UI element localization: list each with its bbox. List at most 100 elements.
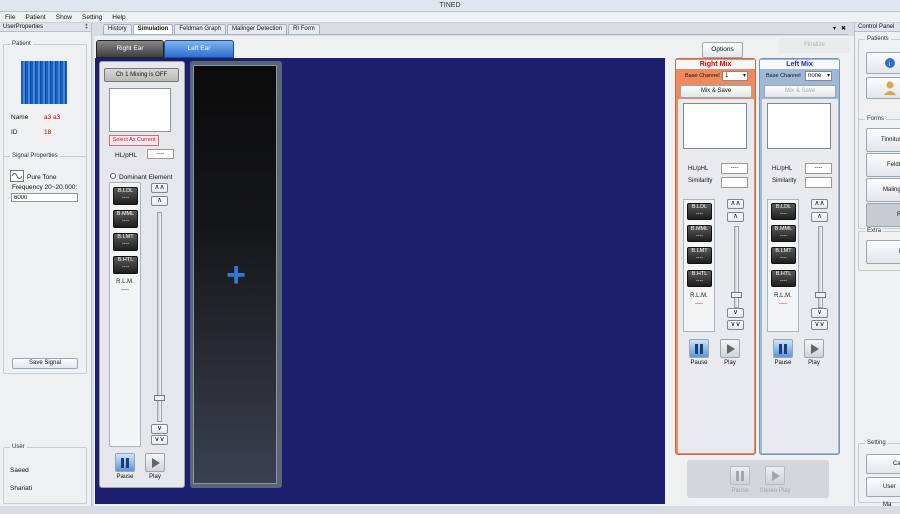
right-step-down-double-button[interactable]: ∨∨ xyxy=(727,320,744,330)
pause-button[interactable] xyxy=(115,453,135,472)
user-management-button[interactable]: User Ma xyxy=(866,477,900,508)
stereo-play-button[interactable] xyxy=(765,466,785,485)
channel-panel: Ch 1 Mixing is OFF Select As Current HL/… xyxy=(99,61,185,488)
chevron-down-icon: ▾ xyxy=(742,73,746,79)
right-step-up-button[interactable]: ∧ xyxy=(727,212,744,222)
element-bmml[interactable]: B.MML ---- xyxy=(113,210,138,228)
patient-group: Patient Name a3 a3 ID 18 xyxy=(3,41,87,164)
play-button[interactable] xyxy=(145,453,165,472)
left-step-down-double-button[interactable]: ∨∨ xyxy=(811,320,828,330)
level-slider-thumb[interactable] xyxy=(154,395,165,401)
finalize-button[interactable]: Finalize xyxy=(779,38,850,53)
options-button[interactable]: Options xyxy=(702,42,743,58)
tab-history[interactable]: History xyxy=(103,24,132,34)
menu-show[interactable]: Show xyxy=(51,12,77,23)
left-mix-title: Left Mix xyxy=(760,60,839,69)
tab-dropdown-icon[interactable]: ▾ xyxy=(833,25,836,32)
select-as-current-button[interactable]: Select As Current xyxy=(109,135,159,146)
left-element-bmml[interactable]: B.MML ---- xyxy=(771,225,796,242)
left-play-button[interactable] xyxy=(804,339,824,358)
left-mix-panel: Left Mix Base Channel none ▾ Mix & Save H… xyxy=(759,58,840,455)
right-level-slider-thumb[interactable] xyxy=(731,292,742,298)
left-similarity-value xyxy=(805,177,832,188)
hl-label: HL/pHL xyxy=(115,152,138,159)
right-pause-button[interactable] xyxy=(689,339,709,358)
rlm-value: ---- xyxy=(121,287,129,293)
step-up-button[interactable]: ∧ xyxy=(151,196,168,206)
patient-edit-button[interactable] xyxy=(866,77,900,99)
tab-feldman-graph[interactable]: Feldman Graph xyxy=(174,24,227,34)
right-element-bmml[interactable]: B.MML ---- xyxy=(687,225,712,242)
right-element-blmt[interactable]: B.LMT ---- xyxy=(687,247,712,264)
chevron-down-icon: ▾ xyxy=(826,73,830,79)
right-element-bhtl[interactable]: B.HTL ---- xyxy=(687,270,712,287)
left-element-list: B.LDL ---- B.MML ---- B.LMT ---- B.HTL ---- … xyxy=(767,199,799,332)
play-icon xyxy=(811,344,819,354)
main-tab-strip: History Simulation Feldman Graph Malinger D… xyxy=(103,24,848,35)
right-play-button[interactable] xyxy=(720,339,740,358)
left-step-up-button[interactable]: ∧ xyxy=(811,212,828,222)
malinger-form-button[interactable]: Malinge xyxy=(866,178,900,202)
pause-icon xyxy=(695,344,703,354)
feldman-form-button[interactable]: Feldma xyxy=(866,153,900,177)
tab-close-icon[interactable]: ✖ xyxy=(841,25,846,32)
dominant-radio[interactable] xyxy=(110,173,116,180)
step-up-double-button[interactable]: ∧∧ xyxy=(151,183,168,193)
stereo-pause-button[interactable] xyxy=(730,466,750,485)
element-bldl[interactable]: B.LDL ---- xyxy=(113,187,138,205)
patient-info-button[interactable]: i xyxy=(866,52,900,74)
right-mix-save-button[interactable]: Mix & Save xyxy=(680,85,752,98)
tab-ri-form[interactable]: RI Form xyxy=(288,24,320,34)
level-slider[interactable] xyxy=(157,212,162,422)
left-mix-preview-box xyxy=(767,103,831,149)
left-level-slider-thumb[interactable] xyxy=(815,292,826,298)
right-step-up-double-button[interactable]: ∧∧ xyxy=(727,199,744,209)
pause-icon xyxy=(736,471,744,481)
user-group: User Saeed Shariati xyxy=(3,444,87,504)
patient-photo xyxy=(21,61,67,104)
menu-setting[interactable]: Setting xyxy=(77,12,107,23)
left-base-channel-select[interactable]: none ▾ xyxy=(805,71,832,81)
dominant-label: Dominant Element xyxy=(119,174,173,181)
right-element-bldl[interactable]: B.LDL ---- xyxy=(687,203,712,220)
frequency-input[interactable] xyxy=(11,193,78,202)
pause-icon xyxy=(121,458,129,468)
right-mix-panel: Right Mix Base Channel 1 ▾ Mix & Save HL/… xyxy=(675,58,756,455)
tinnitus-form-button[interactable]: Tinnitus xyxy=(866,128,900,152)
left-step-up-double-button[interactable]: ∧∧ xyxy=(811,199,828,209)
frequency-label: Frequency 20~20.000: xyxy=(12,184,78,191)
right-base-channel-label: Base Channel xyxy=(685,73,720,79)
pin-icon[interactable]: ‡ xyxy=(85,23,88,32)
menu-file[interactable]: File xyxy=(0,12,20,23)
left-element-bldl[interactable]: B.LDL ---- xyxy=(771,203,796,220)
add-channel-slot[interactable]: + xyxy=(193,65,277,484)
tab-malinger-detection[interactable]: Malinger Detection xyxy=(227,24,288,34)
menu-patient[interactable]: Patient xyxy=(20,12,50,23)
tab-right-ear[interactable]: Right Ear xyxy=(96,40,164,58)
patient-name: a3 a3 xyxy=(44,114,61,121)
stereo-controls: Pause Stereo Play xyxy=(687,460,829,498)
left-mix-save-button[interactable]: Mix & Save xyxy=(764,85,836,98)
left-pause-button[interactable] xyxy=(773,339,793,358)
step-down-button[interactable]: ∨ xyxy=(151,424,168,434)
step-down-double-button[interactable]: ∨∨ xyxy=(151,435,168,445)
left-step-down-button[interactable]: ∨ xyxy=(811,308,828,318)
left-element-blmt[interactable]: B.LMT ---- xyxy=(771,247,796,264)
left-element-bhtl[interactable]: B.HTL ---- xyxy=(771,270,796,287)
right-mix-title: Right Mix xyxy=(676,60,755,69)
menu-help[interactable]: Help xyxy=(107,12,130,23)
extra-button[interactable]: Ra xyxy=(866,240,900,264)
tab-left-ear[interactable]: Left Ear xyxy=(164,40,234,58)
element-bhtl[interactable]: B.HTL ---- xyxy=(113,256,138,274)
calibration-button[interactable]: Calib xyxy=(866,454,900,474)
mixing-status-button[interactable]: Ch 1 Mixing is OFF xyxy=(104,68,179,82)
sine-wave-icon[interactable] xyxy=(10,170,24,182)
add-channel-plus-icon[interactable]: + xyxy=(194,258,278,292)
right-base-channel-select[interactable]: 1 ▾ xyxy=(722,71,748,81)
tab-simulation[interactable]: Simulation xyxy=(132,24,174,34)
right-step-down-button[interactable]: ∨ xyxy=(727,308,744,318)
element-blmt[interactable]: B.LMT ---- xyxy=(113,233,138,251)
play-icon xyxy=(772,471,780,481)
save-signal-button[interactable]: Save Signal xyxy=(12,358,78,369)
ri-form-button[interactable]: RI xyxy=(866,203,900,227)
